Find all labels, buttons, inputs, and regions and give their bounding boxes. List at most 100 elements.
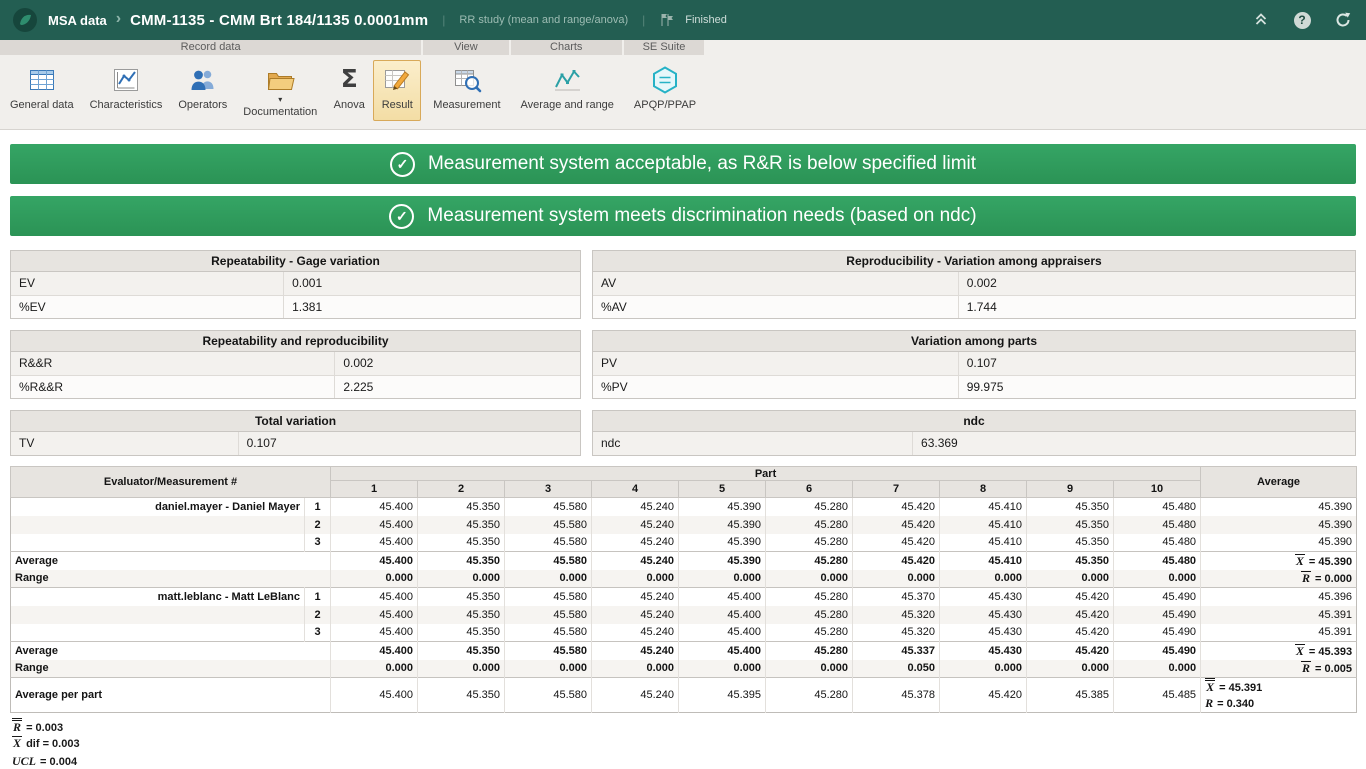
evaluator-name: daniel.mayer - Daniel Mayer: [11, 498, 305, 516]
summary-row-value: 0.002: [959, 272, 1355, 295]
measurement-value: 45.420: [853, 498, 940, 516]
measurement-value: 45.410: [940, 498, 1027, 516]
ribbon-button-average-and-range[interactable]: Average and range: [513, 60, 622, 114]
stat-value: = 0.000: [1312, 573, 1352, 585]
banner-rr-acceptable: ✓ Measurement system acceptable, as R&R …: [10, 144, 1356, 184]
measurement-value: 45.320: [853, 606, 940, 624]
measurement-value: 45.400: [331, 588, 418, 606]
measurement-value: 45.350: [1027, 516, 1114, 534]
average-value: 45.430: [940, 642, 1027, 660]
part-column-header: 3: [505, 481, 592, 498]
average-per-part-stats: X = 45.391R = 0.340: [1201, 678, 1357, 713]
part-column-header: 6: [766, 481, 853, 498]
summary-row: PV0.107: [593, 352, 1355, 375]
trial-number: 2: [305, 516, 331, 534]
average-row: Average45.40045.35045.58045.24045.40045.…: [11, 642, 1357, 660]
average-per-part-value: 45.240: [592, 678, 679, 713]
measurement-value: 45.350: [1027, 498, 1114, 516]
banner-ndc: ✓ Measurement system meets discriminatio…: [10, 196, 1356, 236]
trial-row: daniel.mayer - Daniel Mayer145.40045.350…: [11, 498, 1357, 516]
measurement-value: 45.400: [679, 606, 766, 624]
range-value: 0.000: [766, 660, 853, 678]
average-per-part-value: 45.350: [418, 678, 505, 713]
breadcrumb-chevron-icon: ›: [116, 10, 121, 28]
summary-row: %PV99.975: [593, 375, 1355, 398]
separator-pipe: |: [642, 13, 645, 27]
part-column-header: 8: [940, 481, 1027, 498]
ribbon-group-label: Record data: [0, 40, 421, 55]
range-value: 0.000: [1027, 570, 1114, 588]
measurement-value: 45.400: [331, 624, 418, 642]
stat-symbol: X: [12, 736, 22, 750]
measurement-table-header: Evaluator/Measurement #PartAverage123456…: [11, 467, 1357, 498]
row-average: 45.390: [1201, 516, 1357, 534]
ribbon-button-general-data[interactable]: General data: [2, 60, 82, 121]
refresh-button[interactable]: [1332, 9, 1354, 31]
ribbon-group-view: ViewMeasurement: [423, 40, 510, 114]
average-value: 45.280: [766, 642, 853, 660]
range-value: 0.000: [505, 660, 592, 678]
measurement-value: 45.420: [1027, 624, 1114, 642]
stat-value: = 45.393: [1306, 646, 1352, 658]
question-mark-icon: ?: [1294, 12, 1311, 29]
range-value: 0.000: [505, 570, 592, 588]
average-label: Average: [11, 642, 331, 660]
summary-table-title: Total variation: [11, 411, 580, 432]
ribbon-button-label: Average and range: [521, 99, 614, 111]
summary-row-label: R&&R: [11, 352, 335, 375]
collapse-ribbon-button[interactable]: [1250, 9, 1272, 31]
average-value: 45.350: [1027, 552, 1114, 570]
summary-table-ndc: ndcndc63.369: [592, 410, 1356, 456]
ribbon-button-documentation[interactable]: ▾Documentation: [235, 60, 325, 121]
operators-icon: [187, 64, 219, 96]
stat-symbol: R: [1301, 571, 1311, 585]
check-circle-icon: ✓: [389, 204, 414, 229]
help-button[interactable]: ?: [1291, 9, 1313, 31]
range-value: 0.000: [853, 570, 940, 588]
average-label: Average: [11, 552, 331, 570]
measurement-value: 45.580: [505, 498, 592, 516]
summary-row-label: TV: [11, 432, 239, 455]
ribbon-group-record-data: Record data General dataCharacteristicsOp…: [0, 40, 423, 121]
measurement-value: 45.580: [505, 516, 592, 534]
range-value: 0.000: [940, 660, 1027, 678]
stat-symbol: X: [1295, 554, 1305, 568]
summary-row-value: 99.975: [959, 376, 1355, 398]
ribbon-button-operators[interactable]: Operators: [170, 60, 235, 121]
stat-value: = 0.340: [1214, 698, 1254, 710]
summary-row-value: 1.381: [284, 296, 580, 318]
summary-row: ndc63.369: [593, 432, 1355, 455]
trial-row: 245.40045.35045.58045.24045.40045.28045.…: [11, 606, 1357, 624]
summary-row-value: 1.744: [959, 296, 1355, 318]
part-column-header: 10: [1114, 481, 1201, 498]
summary-row: %AV1.744: [593, 295, 1355, 318]
average-per-part-value: 45.420: [940, 678, 1027, 713]
breadcrumb-msa-data[interactable]: MSA data: [48, 13, 107, 28]
measurement-value: 45.350: [1027, 534, 1114, 552]
measurement-value: 45.420: [1027, 588, 1114, 606]
summary-row-label: %PV: [593, 376, 959, 398]
summary-row: AV0.002: [593, 272, 1355, 295]
measurement-table-body: daniel.mayer - Daniel Mayer145.40045.350…: [11, 498, 1357, 713]
summary-table-variation-among-parts: Variation among partsPV0.107%PV99.975: [592, 330, 1356, 399]
ribbon-button-measurement[interactable]: Measurement: [425, 60, 508, 114]
measurement-table: Evaluator/Measurement #PartAverage123456…: [10, 466, 1357, 713]
page-title: CMM-1135 - CMM Brt 184/1135 0.0001mm: [130, 12, 428, 29]
ribbon-button-apqp-ppap[interactable]: APQP/PPAP: [626, 60, 704, 114]
measurement-value: 45.350: [418, 588, 505, 606]
separator-pipe: |: [442, 13, 445, 27]
summary-row-label: EV: [11, 272, 284, 295]
average-value: 45.420: [853, 552, 940, 570]
range-value: 0.000: [1114, 570, 1201, 588]
dropdown-caret-icon: ▾: [278, 96, 282, 103]
summary-table-reproducibility-variation-among-appraisers: Reproducibility - Variation among apprai…: [592, 250, 1356, 319]
ribbon-button-anova[interactable]: ΣAnova: [325, 60, 373, 121]
average-value: 45.240: [592, 642, 679, 660]
ribbon-button-result[interactable]: Result: [373, 60, 421, 121]
average-value: 45.420: [1027, 642, 1114, 660]
row-average: 45.390: [1201, 498, 1357, 516]
ribbon-button-characteristics[interactable]: Characteristics: [82, 60, 171, 121]
footer-stat-0: R = 0.003: [12, 718, 1366, 733]
summary-table-title: ndc: [593, 411, 1355, 432]
summary-table-total-variation: Total variationTV0.107: [10, 410, 581, 456]
